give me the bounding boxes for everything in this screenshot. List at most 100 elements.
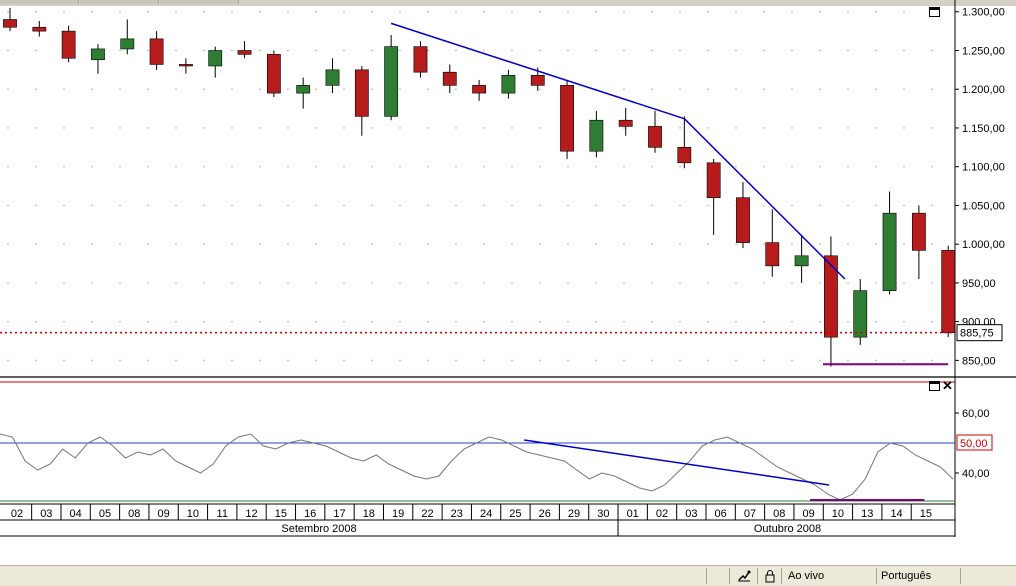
- grid-dot: [539, 282, 541, 284]
- candle-body: [824, 255, 838, 338]
- grid-dot: [399, 282, 401, 284]
- grid-dot: [791, 165, 793, 168]
- candle-body: [442, 71, 457, 86]
- indicator-annotations: [524, 439, 925, 501]
- grid-dot: [903, 165, 905, 168]
- candle-body: [208, 50, 223, 67]
- grid-dot: [175, 359, 177, 362]
- grid-dot: [931, 243, 933, 245]
- grid-dot: [315, 204, 317, 207]
- connection-mode-label: Ao vivo: [788, 570, 825, 582]
- grid-dot: [875, 127, 877, 129]
- grid-dot: [847, 359, 849, 362]
- chart-canvas[interactable]: 1.300,00 1.250,00 1.200,00 1.150,00 1.100,00…: [0, 0, 1016, 537]
- price-tick-label: 950,00: [962, 278, 996, 290]
- grid-dot: [399, 359, 401, 362]
- grid-dot: [63, 359, 65, 362]
- connection-icon[interactable]: [737, 569, 751, 583]
- grid-dot: [483, 11, 485, 13]
- grid-dot: [931, 127, 933, 129]
- grid-dot: [847, 243, 849, 245]
- grid-dot: [847, 127, 849, 129]
- grid-dot: [175, 165, 177, 168]
- grid-dot: [315, 11, 317, 13]
- price-tick-label: 1.300,00: [962, 7, 1005, 19]
- grid-dot: [203, 165, 205, 168]
- grid-dot: [623, 127, 625, 129]
- date-label: 22: [421, 508, 433, 520]
- grid-dot: [567, 359, 569, 362]
- price-tick-label: 1.100,00: [962, 162, 1005, 174]
- price-tick-label: 1.150,00: [962, 123, 1005, 135]
- candle-body: [237, 50, 252, 55]
- grid-dot: [371, 11, 373, 13]
- grid-dot: [651, 243, 653, 245]
- candle-body: [91, 48, 105, 61]
- status-separator: [729, 568, 730, 584]
- grid-dot: [819, 49, 821, 52]
- grid-dot: [735, 165, 737, 168]
- grid-dot: [119, 11, 121, 13]
- grid-dot: [175, 243, 177, 245]
- grid-dot: [371, 88, 373, 90]
- candle-body: [61, 30, 76, 59]
- grid-dot: [679, 204, 681, 207]
- grid-dot: [931, 49, 933, 52]
- date-label: 30: [597, 508, 609, 520]
- maximize-price-panel-icon[interactable]: [929, 7, 940, 17]
- grid-dot: [63, 204, 65, 207]
- grid-dot: [707, 204, 709, 207]
- grid-dot: [147, 243, 149, 245]
- date-label: 25: [509, 508, 521, 520]
- grid-dot: [875, 204, 877, 207]
- grid-dot: [791, 11, 793, 13]
- grid-dot: [623, 49, 625, 52]
- grid-dot: [343, 11, 345, 13]
- grid-dot: [539, 49, 541, 52]
- grid-dot: [35, 282, 37, 284]
- grid-dot: [203, 49, 205, 52]
- grid-dot: [791, 282, 793, 284]
- grid-dot: [763, 88, 765, 90]
- grid-dot: [903, 320, 905, 323]
- grid-dot: [567, 11, 569, 13]
- grid-dot: [427, 359, 429, 362]
- grid-dot: [791, 320, 793, 323]
- grid-dot: [539, 204, 541, 207]
- grid-dot: [539, 359, 541, 362]
- grid-dot: [511, 359, 513, 362]
- grid-dot: [819, 88, 821, 90]
- grid-dot: [63, 320, 65, 323]
- grid-dot: [91, 11, 93, 13]
- candle-body: [149, 38, 164, 65]
- grid-dot: [931, 204, 933, 207]
- date-label: 01: [627, 508, 639, 520]
- grid-dot: [623, 88, 625, 90]
- grid-dot: [903, 282, 905, 284]
- grid-dot: [875, 165, 877, 168]
- grid-dot: [287, 88, 289, 90]
- grid-dot: [455, 11, 457, 13]
- grid-dot: [315, 320, 317, 323]
- status-separator: [960, 568, 961, 584]
- grid-dot: [903, 204, 905, 207]
- grid-dot: [539, 88, 541, 90]
- grid-dot: [903, 127, 905, 129]
- close-indicator-panel-icon[interactable]: ✕: [942, 379, 953, 392]
- grid-dot: [679, 359, 681, 362]
- date-label: 19: [392, 508, 404, 520]
- grid-dot: [231, 11, 233, 13]
- maximize-indicator-panel-icon[interactable]: [929, 381, 940, 391]
- grid-dot: [875, 320, 877, 323]
- indicator-line: [0, 433, 954, 501]
- grid-dot: [7, 88, 9, 90]
- language-label[interactable]: Português: [881, 570, 931, 582]
- candle-body: [618, 119, 633, 127]
- grid-dot: [623, 282, 625, 284]
- grid-dot: [287, 127, 289, 129]
- date-label: 09: [157, 508, 169, 520]
- date-label: 03: [685, 508, 697, 520]
- grid-dot: [735, 11, 737, 13]
- grid-dot: [91, 359, 93, 362]
- grid-dot: [175, 127, 177, 129]
